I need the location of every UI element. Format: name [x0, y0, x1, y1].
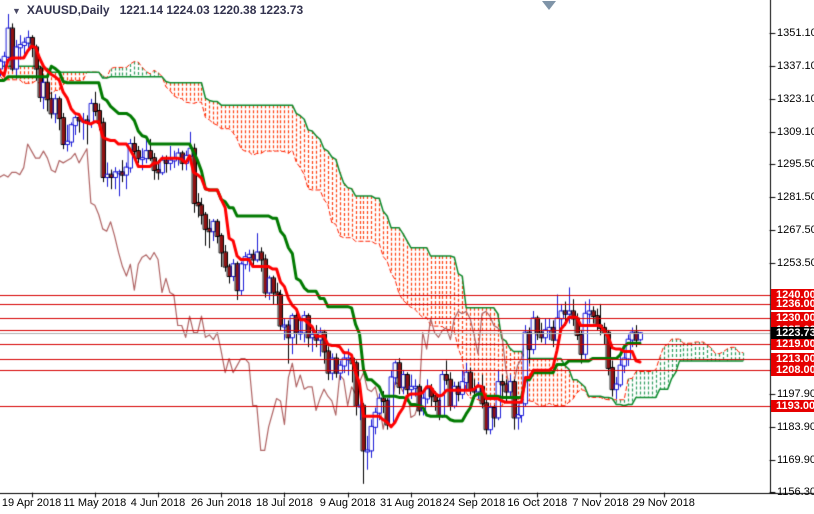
price-tick-label: 1156.30 [777, 486, 814, 498]
chart-shift-marker-icon[interactable] [542, 1, 556, 10]
sr-price-label: 1213.00 [771, 353, 814, 365]
date-tick-label: 26 Jun 2018 [191, 497, 252, 509]
date-tick-label: 16 Oct 2018 [507, 497, 567, 509]
chart-canvas[interactable] [0, 0, 814, 514]
date-tick-label: 24 Sep 2018 [443, 497, 505, 509]
price-tick-label: 1183.90 [777, 421, 814, 433]
current-price-label: 1223.73 [771, 327, 814, 339]
date-tick-label: 4 Jun 2018 [131, 497, 185, 509]
chart-window: ▼ XAUUSD,Daily 1221.14 1224.03 1220.38 122… [0, 0, 814, 514]
price-tick-label: 1267.50 [777, 224, 814, 236]
sr-price-label: 1219.00 [771, 338, 814, 350]
date-tick-label: 18 Jul 2018 [256, 497, 313, 509]
date-tick-label: 11 May 2018 [63, 497, 126, 509]
date-tick-label: 19 Apr 2018 [2, 497, 61, 509]
sr-price-label: 1208.00 [771, 364, 814, 376]
price-tick-label: 1197.90 [777, 388, 814, 400]
date-tick-label: 29 Nov 2018 [632, 497, 694, 509]
symbol-timeframe-label: XAUUSD,Daily [27, 3, 110, 17]
ohlc-quote-label: 1221.14 1224.03 1220.38 1223.73 [120, 3, 304, 17]
chart-title-bar: ▼ XAUUSD,Daily 1221.14 1224.03 1220.38 122… [12, 3, 303, 17]
sr-price-label: 1193.00 [771, 400, 814, 412]
price-tick-label: 1169.90 [777, 454, 814, 466]
sr-price-label: 1230.00 [771, 312, 814, 324]
symbol-dropdown-arrow-icon[interactable]: ▼ [12, 6, 21, 16]
price-tick-label: 1323.10 [777, 93, 814, 105]
date-tick-label: 9 Aug 2018 [320, 497, 376, 509]
date-tick-label: 7 Nov 2018 [572, 497, 628, 509]
price-tick-label: 1309.10 [777, 126, 814, 138]
sr-price-label: 1236.00 [771, 298, 814, 310]
date-tick-label: 31 Aug 2018 [380, 497, 442, 509]
price-tick-label: 1281.50 [777, 191, 814, 203]
price-tick-label: 1253.50 [777, 257, 814, 269]
price-tick-label: 1295.50 [777, 158, 814, 170]
price-tick-label: 1337.10 [777, 60, 814, 72]
price-tick-label: 1351.10 [777, 27, 814, 39]
